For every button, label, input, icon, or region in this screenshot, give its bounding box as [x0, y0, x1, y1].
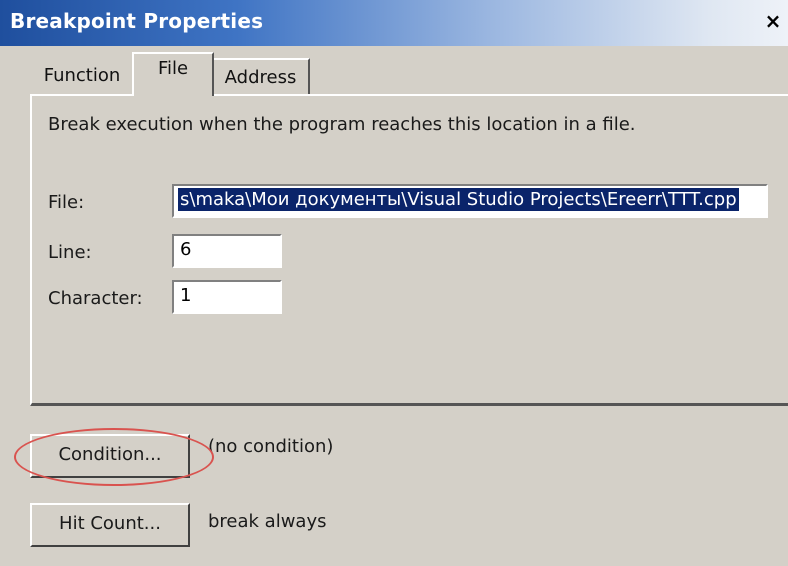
hit-count-status: break always	[208, 511, 327, 532]
tab-function[interactable]: Function	[32, 58, 132, 94]
condition-button[interactable]: Condition...	[30, 434, 190, 478]
hit-count-button[interactable]: Hit Count...	[30, 503, 190, 547]
title-bar: Breakpoint Properties ×	[0, 0, 788, 46]
file-path-value: s\maka\Мои документы\Visual Studio Proje…	[178, 188, 739, 211]
condition-status: (no condition)	[208, 436, 334, 457]
file-path-field[interactable]: s\maka\Мои документы\Visual Studio Proje…	[172, 184, 768, 218]
file-tab-panel	[30, 94, 788, 406]
tab-address[interactable]: Address	[212, 58, 310, 94]
character-label: Character:	[48, 288, 143, 309]
window-title: Breakpoint Properties	[10, 9, 264, 33]
character-field[interactable]: 1	[172, 280, 282, 314]
file-label: File:	[48, 192, 85, 213]
close-icon[interactable]: ×	[762, 10, 784, 32]
panel-description: Break execution when the program reaches…	[48, 114, 636, 135]
tab-file[interactable]: File	[132, 52, 214, 96]
line-label: Line:	[48, 242, 92, 263]
line-field[interactable]: 6	[172, 234, 282, 268]
